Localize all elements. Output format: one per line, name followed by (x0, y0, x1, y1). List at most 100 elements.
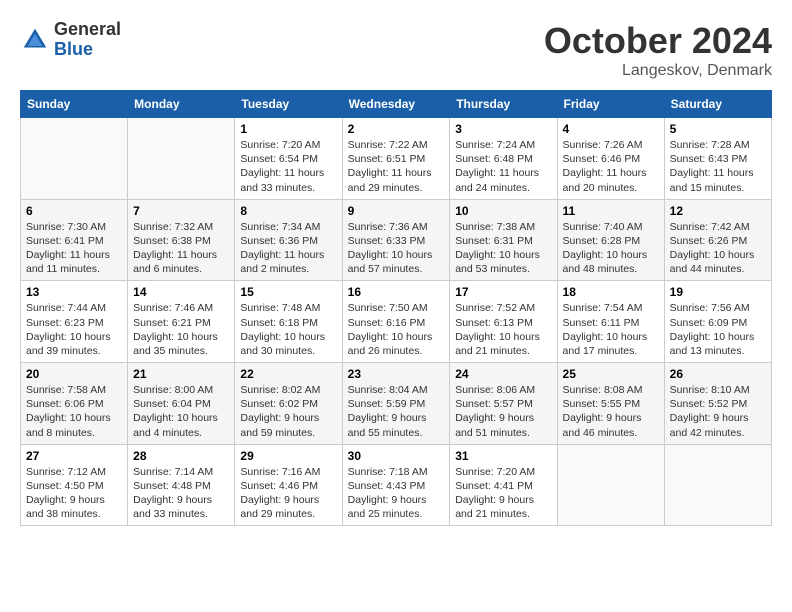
day-cell: 18Sunrise: 7:54 AM Sunset: 6:11 PM Dayli… (557, 281, 664, 363)
day-cell: 3 Sunrise: 7:24 AM Sunset: 6:48 PM Daylig… (450, 118, 557, 200)
day-info: Sunrise: 8:00 AM Sunset: 6:04 PM Dayligh… (133, 383, 229, 440)
day-number: 7 (133, 204, 229, 218)
day-info: Sunrise: 7:48 AM Sunset: 6:18 PM Dayligh… (240, 301, 336, 358)
day-number: 10 (455, 204, 551, 218)
day-info: Sunrise: 7:22 AM Sunset: 6:51 PM Dayligh… (348, 138, 445, 195)
week-row-2: 6 Sunrise: 7:30 AM Sunset: 6:41 PM Daylig… (21, 199, 772, 281)
day-cell (557, 444, 664, 526)
day-header-monday: Monday (128, 91, 235, 118)
day-info: Sunrise: 7:50 AM Sunset: 6:16 PM Dayligh… (348, 301, 445, 358)
day-info: Sunrise: 7:30 AM Sunset: 6:41 PM Dayligh… (26, 220, 122, 277)
logo-text: General Blue (54, 20, 121, 60)
day-number: 20 (26, 367, 122, 381)
day-cell: 30Sunrise: 7:18 AM Sunset: 4:43 PM Dayli… (342, 444, 450, 526)
day-cell: 6 Sunrise: 7:30 AM Sunset: 6:41 PM Daylig… (21, 199, 128, 281)
day-cell: 12 Sunrise: 7:42 AM Sunset: 6:26 PM Dayli… (664, 199, 771, 281)
day-cell: 31Sunrise: 7:20 AM Sunset: 4:41 PM Dayli… (450, 444, 557, 526)
day-cell: 2 Sunrise: 7:22 AM Sunset: 6:51 PM Daylig… (342, 118, 450, 200)
day-cell: 14Sunrise: 7:46 AM Sunset: 6:21 PM Dayli… (128, 281, 235, 363)
day-number: 28 (133, 449, 229, 463)
day-info: Sunrise: 8:10 AM Sunset: 5:52 PM Dayligh… (670, 383, 766, 440)
day-info: Sunrise: 7:16 AM Sunset: 4:46 PM Dayligh… (240, 465, 336, 522)
day-number: 30 (348, 449, 445, 463)
day-cell: 24Sunrise: 8:06 AM Sunset: 5:57 PM Dayli… (450, 363, 557, 445)
day-header-sunday: Sunday (21, 91, 128, 118)
day-info: Sunrise: 7:12 AM Sunset: 4:50 PM Dayligh… (26, 465, 122, 522)
day-cell: 28 Sunrise: 7:14 AM Sunset: 4:48 PM Dayli… (128, 444, 235, 526)
day-cell: 15 Sunrise: 7:48 AM Sunset: 6:18 PM Dayli… (235, 281, 342, 363)
day-number: 19 (670, 285, 766, 299)
day-number: 3 (455, 122, 551, 136)
day-cell: 19 Sunrise: 7:56 AM Sunset: 6:09 PM Dayli… (664, 281, 771, 363)
week-row-1: 1 Sunrise: 7:20 AM Sunset: 6:54 PM Daylig… (21, 118, 772, 200)
day-cell (21, 118, 128, 200)
day-number: 2 (348, 122, 445, 136)
day-info: Sunrise: 7:52 AM Sunset: 6:13 PM Dayligh… (455, 301, 551, 358)
day-info: Sunrise: 7:38 AM Sunset: 6:31 PM Dayligh… (455, 220, 551, 277)
day-info: Sunrise: 7:34 AM Sunset: 6:36 PM Dayligh… (240, 220, 336, 277)
day-cell: 5 Sunrise: 7:28 AM Sunset: 6:43 PM Daylig… (664, 118, 771, 200)
day-info: Sunrise: 7:28 AM Sunset: 6:43 PM Dayligh… (670, 138, 766, 195)
day-cell (664, 444, 771, 526)
day-number: 4 (563, 122, 659, 136)
day-number: 25 (563, 367, 659, 381)
day-info: Sunrise: 7:20 AM Sunset: 4:41 PM Dayligh… (455, 465, 551, 522)
day-info: Sunrise: 7:58 AM Sunset: 6:06 PM Dayligh… (26, 383, 122, 440)
day-number: 18 (563, 285, 659, 299)
day-number: 6 (26, 204, 122, 218)
day-info: Sunrise: 7:56 AM Sunset: 6:09 PM Dayligh… (670, 301, 766, 358)
calendar-table: SundayMondayTuesdayWednesdayThursdayFrid… (20, 90, 772, 526)
day-number: 26 (670, 367, 766, 381)
day-info: Sunrise: 7:44 AM Sunset: 6:23 PM Dayligh… (26, 301, 122, 358)
day-number: 14 (133, 285, 229, 299)
day-number: 12 (670, 204, 766, 218)
day-number: 1 (240, 122, 336, 136)
logo-general: General (54, 20, 121, 40)
day-info: Sunrise: 7:26 AM Sunset: 6:46 PM Dayligh… (563, 138, 659, 195)
week-row-5: 27 Sunrise: 7:12 AM Sunset: 4:50 PM Dayli… (21, 444, 772, 526)
day-cell: 9 Sunrise: 7:36 AM Sunset: 6:33 PM Daylig… (342, 199, 450, 281)
day-cell: 16Sunrise: 7:50 AM Sunset: 6:16 PM Dayli… (342, 281, 450, 363)
day-info: Sunrise: 8:04 AM Sunset: 5:59 PM Dayligh… (348, 383, 445, 440)
day-cell: 4 Sunrise: 7:26 AM Sunset: 6:46 PM Daylig… (557, 118, 664, 200)
day-header-thursday: Thursday (450, 91, 557, 118)
day-number: 8 (240, 204, 336, 218)
header-row: SundayMondayTuesdayWednesdayThursdayFrid… (21, 91, 772, 118)
day-cell: 1 Sunrise: 7:20 AM Sunset: 6:54 PM Daylig… (235, 118, 342, 200)
logo-blue: Blue (54, 40, 121, 60)
day-info: Sunrise: 7:36 AM Sunset: 6:33 PM Dayligh… (348, 220, 445, 277)
day-info: Sunrise: 7:40 AM Sunset: 6:28 PM Dayligh… (563, 220, 659, 277)
day-cell: 8 Sunrise: 7:34 AM Sunset: 6:36 PM Daylig… (235, 199, 342, 281)
day-number: 22 (240, 367, 336, 381)
day-info: Sunrise: 8:06 AM Sunset: 5:57 PM Dayligh… (455, 383, 551, 440)
week-row-4: 20 Sunrise: 7:58 AM Sunset: 6:06 PM Dayli… (21, 363, 772, 445)
day-number: 27 (26, 449, 122, 463)
day-info: Sunrise: 8:02 AM Sunset: 6:02 PM Dayligh… (240, 383, 336, 440)
day-cell: 7 Sunrise: 7:32 AM Sunset: 6:38 PM Daylig… (128, 199, 235, 281)
day-header-tuesday: Tuesday (235, 91, 342, 118)
day-header-saturday: Saturday (664, 91, 771, 118)
day-number: 11 (563, 204, 659, 218)
day-info: Sunrise: 8:08 AM Sunset: 5:55 PM Dayligh… (563, 383, 659, 440)
day-number: 15 (240, 285, 336, 299)
page-header: General Blue October 2024 Langeskov, Den… (20, 20, 772, 80)
day-info: Sunrise: 7:14 AM Sunset: 4:48 PM Dayligh… (133, 465, 229, 522)
day-cell: 27 Sunrise: 7:12 AM Sunset: 4:50 PM Dayli… (21, 444, 128, 526)
week-row-3: 13Sunrise: 7:44 AM Sunset: 6:23 PM Dayli… (21, 281, 772, 363)
day-info: Sunrise: 7:20 AM Sunset: 6:54 PM Dayligh… (240, 138, 336, 195)
day-cell: 25 Sunrise: 8:08 AM Sunset: 5:55 PM Dayli… (557, 363, 664, 445)
title-block: October 2024 Langeskov, Denmark (544, 20, 772, 80)
day-info: Sunrise: 7:24 AM Sunset: 6:48 PM Dayligh… (455, 138, 551, 195)
day-cell: 10 Sunrise: 7:38 AM Sunset: 6:31 PM Dayli… (450, 199, 557, 281)
day-cell: 20 Sunrise: 7:58 AM Sunset: 6:06 PM Dayli… (21, 363, 128, 445)
day-number: 23 (348, 367, 445, 381)
day-info: Sunrise: 7:32 AM Sunset: 6:38 PM Dayligh… (133, 220, 229, 277)
day-number: 9 (348, 204, 445, 218)
day-number: 5 (670, 122, 766, 136)
day-header-wednesday: Wednesday (342, 91, 450, 118)
day-cell: 13Sunrise: 7:44 AM Sunset: 6:23 PM Dayli… (21, 281, 128, 363)
day-number: 17 (455, 285, 551, 299)
day-cell: 29Sunrise: 7:16 AM Sunset: 4:46 PM Dayli… (235, 444, 342, 526)
day-cell: 11 Sunrise: 7:40 AM Sunset: 6:28 PM Dayli… (557, 199, 664, 281)
day-info: Sunrise: 7:42 AM Sunset: 6:26 PM Dayligh… (670, 220, 766, 277)
